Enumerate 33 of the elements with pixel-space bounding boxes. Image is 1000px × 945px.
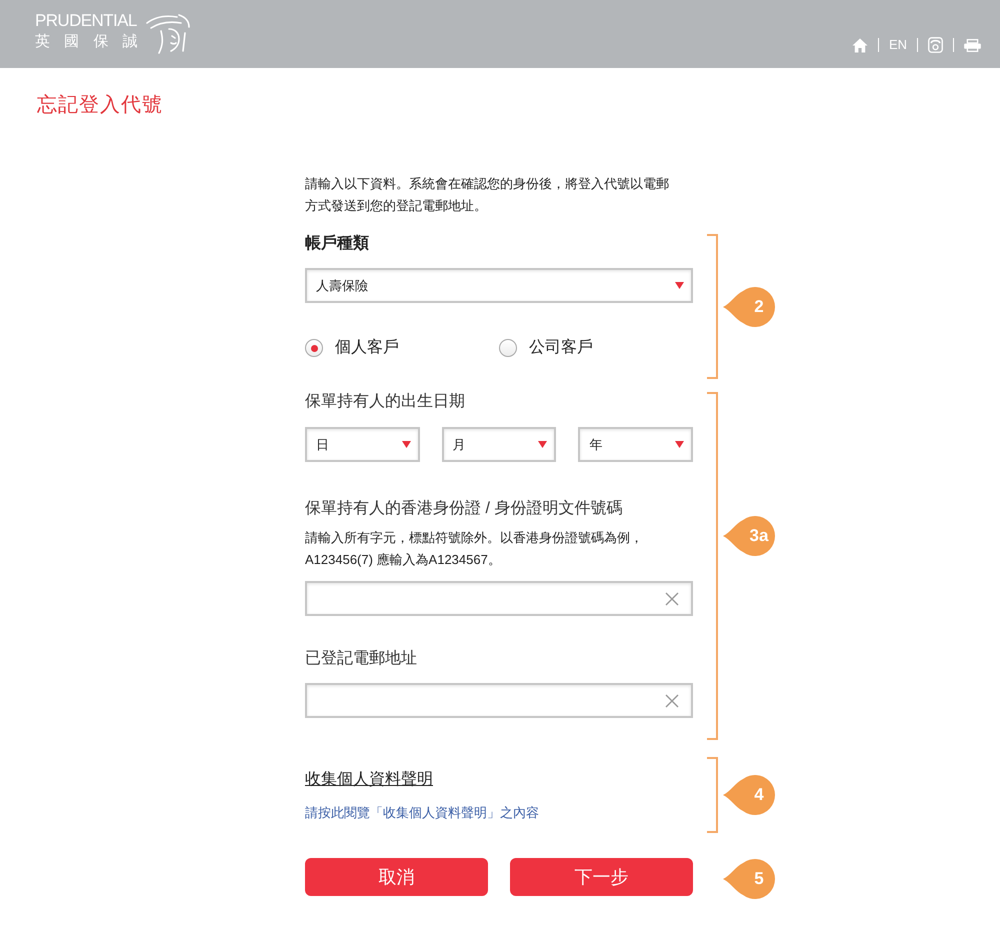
dropdown-caret-icon [538,441,548,448]
day-select[interactable]: 日 [305,427,420,462]
email-field[interactable] [305,683,693,718]
cancel-button[interactable]: 取消 [305,858,488,896]
year-select[interactable]: 年 [578,427,693,462]
intro-text: 請輸入以下資料。系統會在確認您的身份後，將登入代號以電郵方式發送到您的登記電郵地址。 [305,175,670,215]
page-title: 忘記登入代號 [37,94,164,116]
dropdown-caret-icon [675,282,684,289]
dropdown-caret-icon [402,441,411,448]
logo-emblem-icon [144,11,191,55]
home-icon[interactable] [852,38,868,52]
next-button[interactable]: 下一步 [510,858,693,896]
month-select[interactable]: 月 [442,427,556,462]
dropdown-caret-icon [674,441,684,448]
logo-wordmark: PRUDENTIAL [35,11,138,30]
radio-label[interactable]: 個人客戶 [335,338,399,358]
privacy-statement-heading-link[interactable]: 收集個人資料聲明 [305,770,433,790]
printer-icon[interactable] [964,38,981,52]
id-number-hint: 請輸入所有字元，標點符號除外。以香港身份證號碼為例，A123456(7) 應輸入為A1234567。 [305,529,644,569]
id-number-label: 保單持有人的香港身份證 / 身份證明文件號碼 [305,499,624,519]
account-type-select[interactable]: 人壽保險 [305,268,693,303]
telephone-icon[interactable] [928,37,943,53]
radio-button[interactable] [499,339,517,357]
privacy-statement-link[interactable]: 請按此閱覽「收集個人資料聲明」之內容 [305,804,539,822]
email-label: 已登記電郵地址 [305,649,418,669]
birth-date-label: 保單持有人的出生日期 [305,392,466,412]
account-type-label: 帳戶種類 [305,234,370,254]
id-number-field[interactable] [305,581,693,616]
radio-label[interactable]: 公司客戶 [529,338,593,358]
clear-icon[interactable] [665,694,679,708]
clear-icon[interactable] [665,592,679,606]
logo-chinese-name: 英 國 保 誠 [35,32,143,52]
radio-button[interactable] [305,339,323,357]
